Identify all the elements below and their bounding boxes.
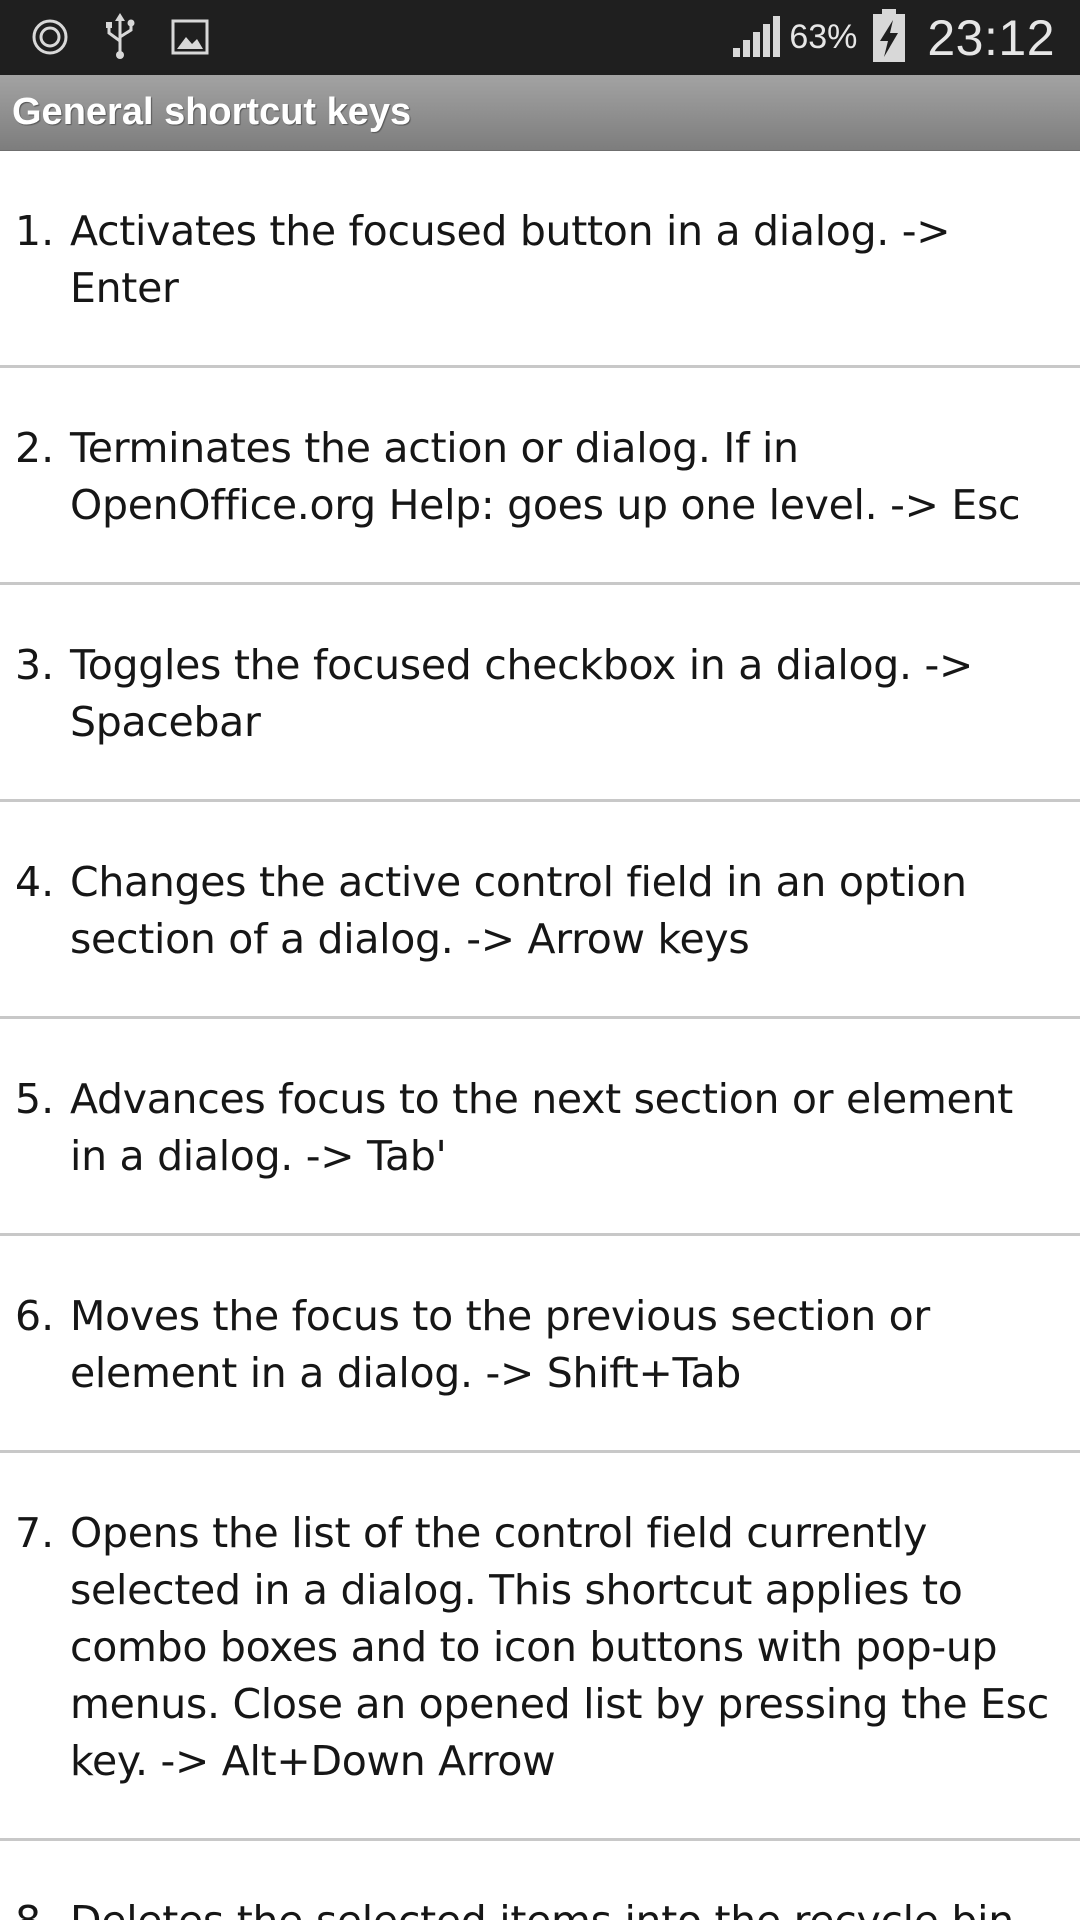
item-text: Activates the focused button in a dialog… [70,207,951,312]
notification-icons [28,12,212,62]
item-number: 2. [15,424,55,472]
list-item[interactable]: 4. Changes the active control field in a… [0,802,1080,1019]
battery-percent: 63% [789,18,858,56]
title-bar: General shortcut keys [0,75,1080,151]
item-text: Deletes the selected items into the recy… [70,1893,1060,1920]
list-item[interactable]: 1. Activates the focused button in a dia… [0,151,1080,368]
list-item[interactable]: 3. Toggles the focused checkbox in a dia… [0,585,1080,802]
list-item[interactable]: 6. Moves the focus to the previous secti… [0,1236,1080,1453]
item-number: 7. [15,1509,55,1557]
item-number: 5. [15,1075,55,1123]
sync-icon [28,15,72,59]
image-icon [168,15,212,59]
signal-icon [731,14,783,62]
list-item[interactable]: 5. Advances focus to the next section or… [0,1019,1080,1236]
item-text: Moves the focus to the previous section … [70,1292,930,1397]
item-number: 4. [15,858,55,906]
system-status: 63% 23:12 [731,0,1055,75]
usb-icon [98,13,142,59]
battery-charging-icon [871,8,907,68]
page-title: General shortcut keys [12,91,412,133]
item-text: Advances focus to the next section or el… [70,1075,1013,1180]
shortcut-list[interactable]: 1. Activates the focused button in a dia… [0,151,1080,1920]
item-number: 3. [15,641,55,689]
clock: 23:12 [927,9,1055,66]
item-text: Changes the active control field in an o… [70,858,967,963]
item-text: Terminates the action or dialog. If in O… [70,424,1021,529]
list-item[interactable]: 7. Opens the list of the control field c… [0,1453,1080,1841]
item-number: 6. [15,1292,55,1340]
list-item[interactable]: 8. Deletes the selected items into the r… [0,1841,1080,1920]
item-number: 1. [15,207,55,255]
status-bar: 63% 23:12 [0,0,1080,75]
item-text: Opens the list of the control field curr… [70,1509,1049,1785]
item-number: 8. [15,1893,70,1920]
item-text: Toggles the focused checkbox in a dialog… [70,641,974,746]
list-item[interactable]: 2. Terminates the action or dialog. If i… [0,368,1080,585]
